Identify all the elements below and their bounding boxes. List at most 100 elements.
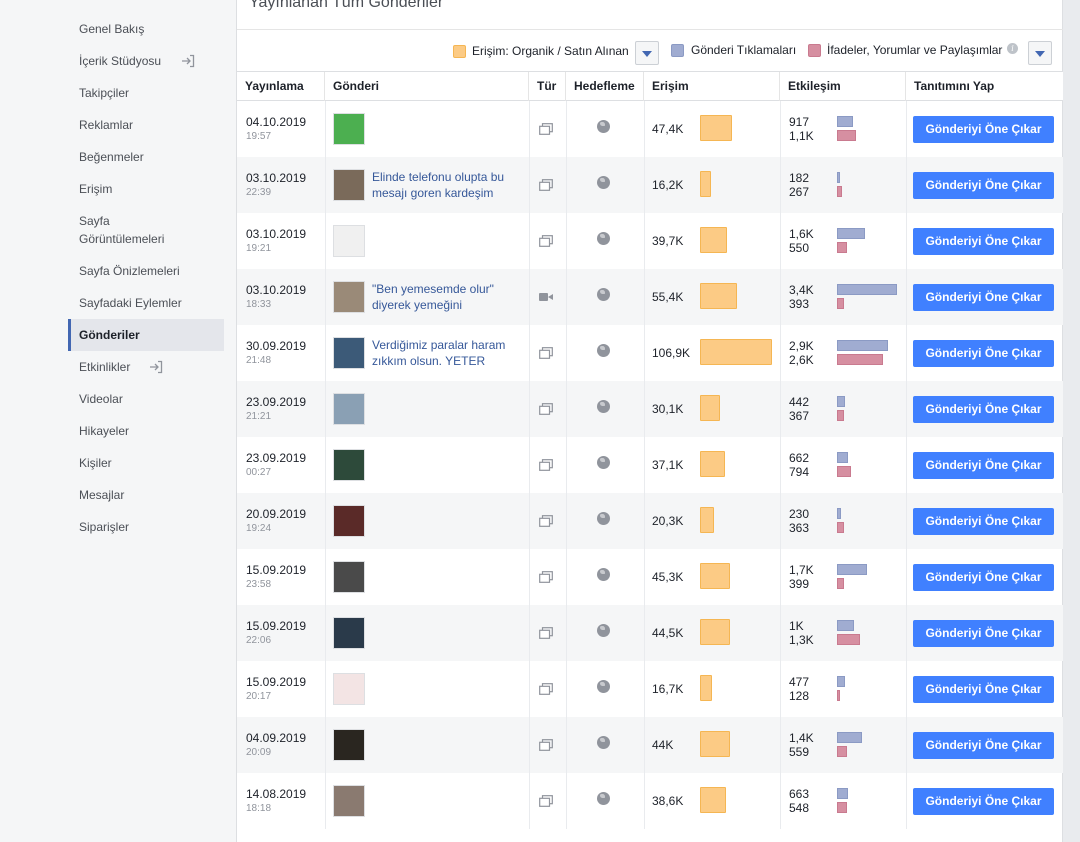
cell-divider xyxy=(906,549,907,605)
post-thumbnail[interactable] xyxy=(333,393,365,425)
col-type[interactable]: Tür xyxy=(529,72,566,101)
info-icon[interactable]: i xyxy=(1007,43,1018,54)
sidebar-item-label: Reklamlar xyxy=(79,118,134,132)
post-thumbnail[interactable] xyxy=(333,281,365,313)
post-link[interactable]: Verdiğimiz paralar haram zıkkım olsun. Y… xyxy=(372,337,517,369)
sidebar-item-label: Gönderiler xyxy=(79,328,140,342)
cell-divider xyxy=(529,157,530,213)
col-targeting[interactable]: Hedefleme xyxy=(566,72,644,101)
reactions-value: 128 xyxy=(789,689,810,703)
cell-divider xyxy=(906,325,907,381)
sidebar-item-messages[interactable]: Mesajlar xyxy=(68,479,224,511)
sidebar-item-page-views[interactable]: Sayfa Görüntülemeleri xyxy=(68,205,178,255)
cell-divider xyxy=(906,437,907,493)
col-reach[interactable]: Erişim xyxy=(644,72,780,101)
boost-post-button[interactable]: Gönderiyi Öne Çıkar xyxy=(913,116,1054,143)
sidebar-item-stories[interactable]: Hikayeler xyxy=(68,415,224,447)
table-row: 03.10.2019 19:21 39,7K 1,6K 550 Gönderiyi Öne… xyxy=(237,213,1063,269)
cell-divider xyxy=(644,493,645,549)
cell-divider xyxy=(644,549,645,605)
cell-divider xyxy=(780,661,781,717)
reach-bar xyxy=(700,451,725,477)
post-thumbnail[interactable] xyxy=(333,169,365,201)
clicks-value: 2,9K xyxy=(789,339,814,353)
col-engagement[interactable]: Etkileşim xyxy=(780,72,906,101)
table-row: 03.10.2019 22:39 Elinde telefonu olupta bu… xyxy=(237,157,1063,213)
post-thumbnail[interactable] xyxy=(333,113,365,145)
reach-bar xyxy=(700,227,727,253)
post-thumbnail[interactable] xyxy=(333,729,365,761)
sidebar-item-likes[interactable]: Beğenmeler xyxy=(68,141,224,173)
cell-divider xyxy=(529,381,530,437)
boost-post-button[interactable]: Gönderiyi Öne Çıkar xyxy=(913,452,1054,479)
post-thumbnail[interactable] xyxy=(333,505,365,537)
sidebar-item-page-previews[interactable]: Sayfa Önizlemeleri xyxy=(68,255,224,287)
cell-divider xyxy=(325,661,326,717)
cell-divider xyxy=(780,381,781,437)
boost-post-button[interactable]: Gönderiyi Öne Çıkar xyxy=(913,228,1054,255)
post-thumbnail[interactable] xyxy=(333,449,365,481)
sidebar-item-orders[interactable]: Siparişler xyxy=(68,511,224,543)
boost-post-button[interactable]: Gönderiyi Öne Çıkar xyxy=(913,788,1054,815)
sidebar-item-content-studio[interactable]: İçerik Stüdyosu xyxy=(68,45,224,77)
post-thumbnail[interactable] xyxy=(333,617,365,649)
reach-dropdown-button[interactable] xyxy=(635,41,659,65)
sidebar-item-people[interactable]: Kişiler xyxy=(68,447,224,479)
sidebar-item-followers[interactable]: Takipçiler xyxy=(68,77,224,109)
post-thumbnail[interactable] xyxy=(333,337,365,369)
cell-divider xyxy=(906,493,907,549)
sidebar-item-reach[interactable]: Erişim xyxy=(68,173,224,205)
cell-divider xyxy=(529,717,530,773)
globe-icon xyxy=(597,680,610,693)
globe-icon xyxy=(597,512,610,525)
table-row: 14.08.2019 18:18 38,6K 663 548 Gönderiyi Öne … xyxy=(237,773,1063,829)
boost-post-button[interactable]: Gönderiyi Öne Çıkar xyxy=(913,340,1054,367)
sidebar-item-posts[interactable]: Gönderiler xyxy=(68,319,224,351)
boost-post-button[interactable]: Gönderiyi Öne Çıkar xyxy=(913,620,1054,647)
sidebar-item-overview[interactable]: Genel Bakış xyxy=(68,13,224,45)
cell-divider xyxy=(325,605,326,661)
globe-icon xyxy=(597,736,610,749)
reactions-value: 393 xyxy=(789,297,810,311)
boost-post-button[interactable]: Gönderiyi Öne Çıkar xyxy=(913,284,1054,311)
sidebar-item-videos[interactable]: Videolar xyxy=(68,383,224,415)
post-thumbnail[interactable] xyxy=(333,673,365,705)
post-thumbnail[interactable] xyxy=(333,785,365,817)
boost-post-button[interactable]: Gönderiyi Öne Çıkar xyxy=(913,732,1054,759)
cell-divider xyxy=(780,101,781,157)
sidebar-item-ads[interactable]: Reklamlar xyxy=(68,109,224,141)
boost-post-button[interactable]: Gönderiyi Öne Çıkar xyxy=(913,676,1054,703)
globe-icon xyxy=(597,176,610,189)
post-time: 22:06 xyxy=(246,635,272,646)
table-row: 15.09.2019 23:58 45,3K 1,7K 399 Gönderiyi Öne… xyxy=(237,549,1063,605)
table-header: Yayınlama Gönderi Tür Hedefleme Erişim E… xyxy=(237,71,1063,101)
reactions-bar xyxy=(837,410,844,421)
album-icon xyxy=(539,627,553,639)
reactions-value: 1,1K xyxy=(789,129,814,143)
post-thumbnail[interactable] xyxy=(333,225,365,257)
cell-divider xyxy=(644,101,645,157)
boost-post-button[interactable]: Gönderiyi Öne Çıkar xyxy=(913,508,1054,535)
boost-post-button[interactable]: Gönderiyi Öne Çıkar xyxy=(913,172,1054,199)
cell-divider xyxy=(529,437,530,493)
post-link[interactable]: "Ben yemesemde olur" diyerek yemeğini xyxy=(372,281,517,313)
sidebar-item-page-actions[interactable]: Sayfadaki Eylemler xyxy=(68,287,224,319)
sidebar-item-events[interactable]: Etkinlikler xyxy=(68,351,224,383)
cell-divider xyxy=(566,381,567,437)
post-link[interactable]: Elinde telefonu olupta bu mesajı goren k… xyxy=(372,169,517,201)
album-icon xyxy=(539,347,553,359)
reactions-bar xyxy=(837,522,844,533)
col-post[interactable]: Gönderi xyxy=(325,72,529,101)
post-thumbnail[interactable] xyxy=(333,561,365,593)
reach-bar xyxy=(700,507,714,533)
globe-icon xyxy=(597,232,610,245)
clicks-value: 3,4K xyxy=(789,283,814,297)
boost-post-button[interactable]: Gönderiyi Öne Çıkar xyxy=(913,396,1054,423)
engagement-dropdown-button[interactable] xyxy=(1028,41,1052,65)
post-time: 18:18 xyxy=(246,803,272,814)
reach-bar xyxy=(700,395,720,421)
boost-post-button[interactable]: Gönderiyi Öne Çıkar xyxy=(913,564,1054,591)
col-published[interactable]: Yayınlama xyxy=(237,72,325,101)
cell-divider xyxy=(906,381,907,437)
cell-divider xyxy=(780,493,781,549)
